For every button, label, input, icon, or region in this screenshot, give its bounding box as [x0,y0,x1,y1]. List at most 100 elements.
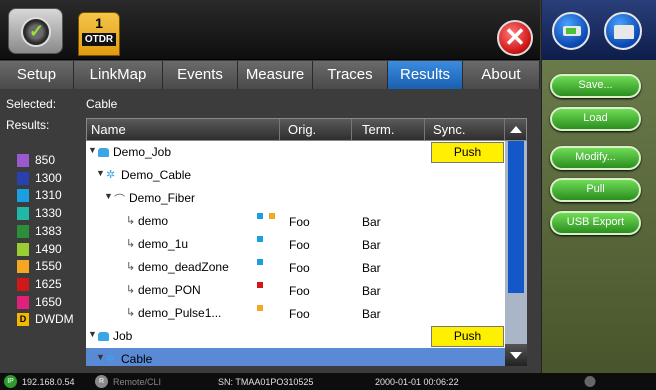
otdr-module-tab[interactable]: 1 OTDR [78,12,120,56]
legend-swatch [17,277,29,291]
results-tree-table: ▼ Demo_Job Push ▼ ✲ Demo_Cable ▼ ⌒ Demo_Fiber ↳ de… [86,141,505,366]
tree-row[interactable]: ▼ ✲ Cable [86,348,505,366]
globe-icon [584,376,596,387]
tab-traces[interactable]: Traces [313,61,388,89]
column-orig[interactable]: Orig. [280,119,352,140]
column-name[interactable]: Name [87,119,280,140]
legend-label: DWDM [35,312,74,327]
serial-number: SN: TMAA01PO310525 [218,377,314,387]
ip-address: 192.168.0.54 [22,377,75,387]
trace-icon: ↳ [126,307,136,319]
row-name: demo_deadZone [138,260,229,274]
row-name: demo [138,214,169,228]
row-orig: Foo [289,215,310,229]
legend-swatch [17,260,29,274]
expand-toggle-icon[interactable]: ▼ [96,352,105,362]
row-term: Bar [362,215,381,229]
remote-status: Remote/CLI [113,377,162,387]
table-scrollbar[interactable] [505,126,527,366]
legend-swatch [17,242,29,256]
legend-item: 1330 [17,205,87,222]
save-button[interactable]: Save... [550,74,641,98]
legend-label: 1383 [35,223,62,238]
tab-linkmap[interactable]: LinkMap [74,61,163,89]
scroll-thumb[interactable] [508,141,524,293]
home-logo-button[interactable]: ✓ [8,8,63,54]
trace-icon: ↳ [126,284,136,296]
push-button[interactable]: Push [431,326,504,347]
row-name: Demo_Cable [121,168,192,182]
expand-toggle-icon[interactable]: ▼ [88,145,97,155]
legend-item: 850 [17,152,87,169]
tree-row[interactable]: ↳ demo_1u Foo Bar [86,233,505,256]
folder-icon[interactable] [604,12,642,50]
wavelength-marker [269,213,275,219]
row-name: Demo_Fiber [129,191,196,205]
tab-events[interactable]: Events [163,61,238,89]
wavelength-marker [257,305,263,311]
usb-export-button[interactable]: USB Export [550,211,641,235]
row-name: Job [113,329,133,343]
scroll-up-icon [510,126,522,133]
cable-icon: ✲ [106,169,116,181]
tree-row[interactable]: ↳ demo Foo Bar [86,210,505,233]
legend-swatch [17,207,29,221]
tab-measure[interactable]: Measure [238,61,313,89]
legend-swatch [17,189,29,203]
column-sync[interactable]: Sync. [425,119,505,140]
row-name: Cable [121,352,153,366]
load-button[interactable]: Load [550,107,641,131]
selected-label: Selected: [6,97,57,111]
tab-about[interactable]: About [463,61,540,89]
tree-row[interactable]: ↳ demo_Pulse1... Foo Bar [86,302,505,325]
fiber-icon: ⌒ [114,194,125,206]
legend-label: 1650 [35,294,62,309]
scroll-up-button[interactable] [505,118,527,141]
legend-item: 1625 [17,276,87,293]
otdr-app: ✓ 1 OTDR ✕ Save... Load Modify... Pull U… [0,0,656,390]
top-header: ✓ 1 OTDR ✕ [0,0,540,60]
legend-label: 1300 [35,170,62,185]
viavi-logo-icon: ✓ [21,17,51,47]
tab-results[interactable]: Results [388,61,463,89]
legend-swatch [17,171,29,185]
results-label: Results: [6,118,50,132]
action-panel: Save... Load Modify... Pull USB Export [542,60,656,373]
tab-setup[interactable]: Setup [0,61,74,89]
close-icon[interactable]: ✕ [497,20,533,56]
battery-icon[interactable] [552,12,590,50]
remote-icon: R [95,375,108,388]
wavelength-marker [257,213,263,219]
module-label: OTDR [82,33,116,46]
legend-swatch: D [17,313,29,327]
expand-toggle-icon[interactable]: ▼ [96,168,105,178]
tree-row[interactable]: ▼ ⌒ Demo_Fiber [86,187,505,210]
row-name: demo_1u [138,237,189,251]
row-orig: Foo [289,238,310,252]
selected-value: Cable [86,97,118,111]
legend-label: 1310 [35,188,62,203]
row-term: Bar [362,307,381,321]
expand-toggle-icon[interactable]: ▼ [104,191,113,201]
legend-item: 1550 [17,258,87,275]
legend-swatch [17,295,29,309]
right-sidebar: Save... Load Modify... Pull USB Export [541,0,656,373]
pull-button[interactable]: Pull [550,178,641,202]
column-term[interactable]: Term. [352,119,425,140]
scroll-down-button[interactable] [505,344,527,366]
tree-row[interactable]: ▼ Job Push [86,325,505,348]
legend-item: 1300 [17,170,87,187]
row-orig: Foo [289,307,310,321]
cable-icon: ✲ [106,353,116,365]
push-button[interactable]: Push [431,142,504,163]
tree-row[interactable]: ▼ ✲ Demo_Cable [86,164,505,187]
legend-label: 850 [35,153,56,167]
tree-row[interactable]: ▼ Demo_Job Push [86,141,505,164]
scroll-down-icon [510,352,522,359]
modify-button[interactable]: Modify... [550,146,641,170]
expand-toggle-icon[interactable]: ▼ [88,329,97,339]
tree-row[interactable]: ↳ demo_deadZone Foo Bar [86,256,505,279]
wavelength-marker [257,282,263,288]
tree-row[interactable]: ↳ demo_PON Foo Bar [86,279,505,302]
status-bar: IP 192.168.0.54 R Remote/CLI SN: TMAA01P… [0,373,656,390]
